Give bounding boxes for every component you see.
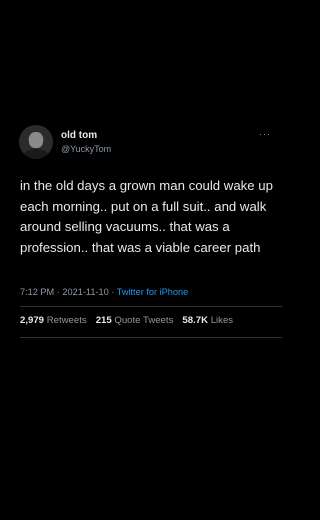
tweet-date[interactable]: 2021-11-10 — [62, 287, 108, 297]
likes-label: Likes — [210, 315, 234, 326]
author-name[interactable]: old tom — [61, 130, 97, 141]
quote-tweets-label: Quote Tweets — [114, 315, 174, 326]
avatar-body — [23, 149, 49, 159]
likes-count: 58.7K — [182, 315, 209, 326]
avatar[interactable] — [19, 125, 53, 159]
likes-stat[interactable]: 58.7K Likes — [182, 315, 233, 326]
quote-tweets-stat[interactable]: 215 Quote Tweets — [96, 315, 174, 326]
retweets-stat[interactable]: 2,979 Retweets — [20, 315, 87, 326]
divider — [20, 337, 282, 338]
retweets-count: 2,979 — [20, 315, 45, 326]
author-handle[interactable]: @YuckyTom — [61, 144, 111, 154]
avatar-head — [29, 132, 43, 148]
tweet-source[interactable]: Twitter for iPhone — [117, 287, 189, 297]
meta-separator: · — [108, 287, 117, 297]
quote-tweets-count: 215 — [95, 315, 112, 326]
tweet-stats: 2,979 Retweets 215 Quote Tweets 58.7K Like… — [20, 315, 242, 326]
divider — [20, 306, 282, 307]
tweet-time[interactable]: 7:12 PM — [20, 287, 54, 297]
tweet-text: in the old days a grown man could wake u… — [20, 178, 273, 255]
more-options-icon[interactable]: ··· — [259, 129, 271, 139]
retweets-label: Retweets — [46, 315, 87, 326]
tweet: old tom @YuckyTom ··· in the old days a … — [0, 0, 292, 520]
tweet-meta: 7:12 PM · 2021-11-10 · Twitter for iPhon… — [20, 287, 188, 297]
